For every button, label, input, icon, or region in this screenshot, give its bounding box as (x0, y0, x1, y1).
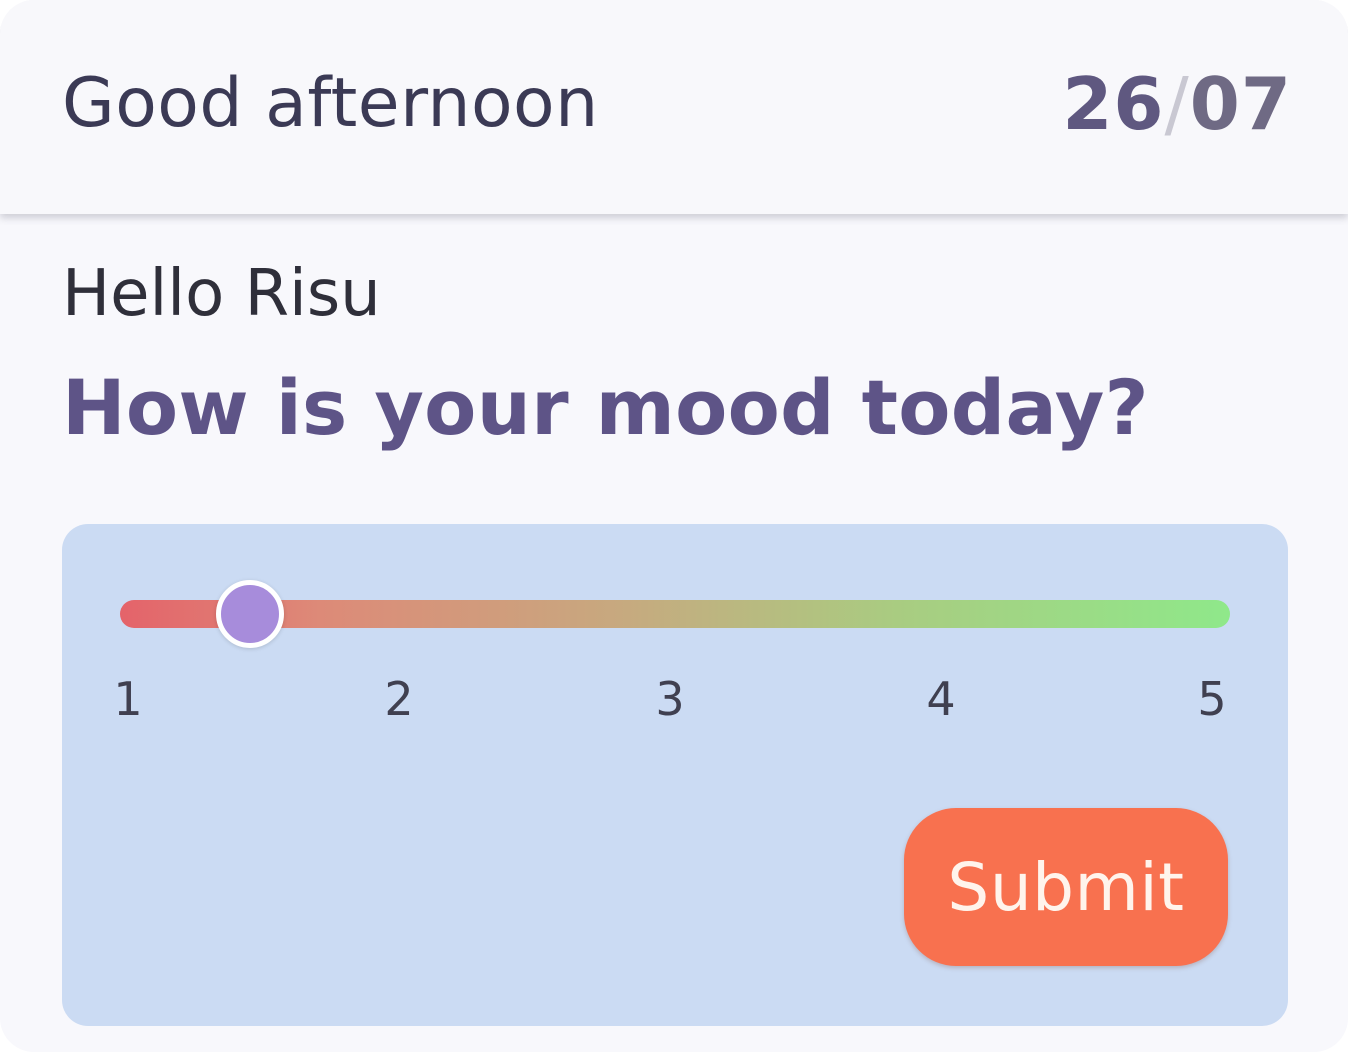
tick-label-5: 5 (1197, 672, 1227, 726)
tick-label-3: 3 (655, 672, 685, 726)
mood-slider-track[interactable] (120, 600, 1230, 628)
date-separator: / (1164, 62, 1190, 146)
tick-label-1: 1 (113, 672, 143, 726)
mood-slider-ticks: 12345 (62, 676, 1288, 736)
hello-text: Hello Risu (62, 257, 381, 331)
tick-label-2: 2 (384, 672, 414, 726)
tick-label-4: 4 (926, 672, 956, 726)
mood-app: Good afternoon 26/07 Hello Risu How is y… (0, 0, 1348, 1052)
date-display: 26/07 (1062, 68, 1292, 140)
header-bar: Good afternoon 26/07 (0, 0, 1348, 214)
mood-question: How is your mood today? (62, 363, 1149, 452)
mood-slider-thumb[interactable] (215, 580, 284, 648)
submit-button[interactable]: Submit (904, 808, 1228, 966)
date-day: 26 (1062, 62, 1165, 146)
date-month: 07 (1189, 62, 1292, 146)
mood-card: 12345 Submit (62, 524, 1288, 1026)
greeting-text: Good afternoon (62, 64, 599, 143)
